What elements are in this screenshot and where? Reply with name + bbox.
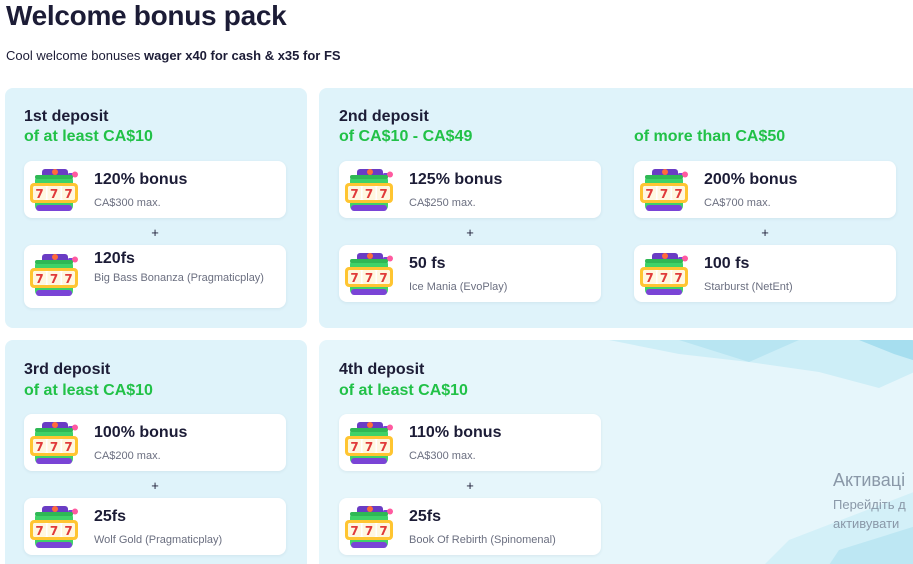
- bonus-max: CA$300 max.: [94, 197, 161, 209]
- bonus-tile: 200% bonus CA$700 max.: [634, 161, 896, 218]
- slot-machine-icon: [30, 254, 78, 298]
- bonus-percent: 120% bonus: [94, 171, 188, 188]
- slot-machine-icon: [345, 169, 393, 213]
- freespins-tile: 25fs Book Of Rebirth (Spinomenal): [339, 498, 601, 555]
- freespins-tile: 25fs Wolf Gold (Pragmaticplay): [24, 498, 286, 555]
- freespins-game: Big Bass Bonanza (Pragmaticplay): [94, 272, 264, 284]
- bonus-tile: 120% bonus CA$300 max.: [24, 161, 286, 218]
- slot-machine-icon: [30, 506, 78, 550]
- freespins-count: 120fs: [94, 250, 135, 267]
- plus-sign: +: [761, 225, 769, 240]
- bonus-tile: 100% bonus CA$200 max.: [24, 414, 286, 471]
- deposit-condition: of at least CA$10: [339, 382, 468, 399]
- deposit-title: 4th deposit: [339, 361, 425, 378]
- subtitle-wager: wager x40 for cash & x35 for FS: [144, 48, 341, 63]
- deposit-card-3: 3rd deposit of at least CA$10 100% bonus…: [5, 340, 307, 564]
- deposit-card-4: 4th deposit of at least CA$10 110% bonus…: [319, 340, 913, 564]
- slot-machine-icon: [345, 253, 393, 297]
- deposit-title: 2nd deposit: [339, 108, 429, 125]
- freespins-game: Book Of Rebirth (Spinomenal): [409, 534, 556, 546]
- activation-watermark-line: Перейдіть д: [833, 497, 906, 512]
- bonus-max: CA$200 max.: [94, 450, 161, 462]
- freespins-game: Starburst (NetEnt): [704, 281, 793, 293]
- deposit-card-1: 1st deposit of at least CA$10 120% bonus…: [5, 88, 307, 328]
- freespins-count: 50 fs: [409, 255, 446, 272]
- slot-machine-icon: [640, 169, 688, 213]
- deposit-card-2: 2nd deposit of CA$10 - CA$49 of more tha…: [319, 88, 913, 328]
- bonus-tile: 125% bonus CA$250 max.: [339, 161, 601, 218]
- plus-sign: +: [151, 478, 159, 493]
- bonus-percent: 125% bonus: [409, 171, 503, 188]
- deposit-condition: of at least CA$10: [24, 128, 153, 145]
- freespins-game: Wolf Gold (Pragmaticplay): [94, 534, 223, 546]
- slot-machine-icon: [30, 169, 78, 213]
- plus-sign: +: [151, 225, 159, 240]
- freespins-count: 25fs: [94, 508, 127, 525]
- freespins-tile: 50 fs Ice Mania (EvoPlay): [339, 245, 601, 302]
- page-subtitle: Cool welcome bonuses wager x40 for cash …: [6, 48, 341, 63]
- bonus-max: CA$250 max.: [409, 197, 476, 209]
- page-title: Welcome bonus pack: [6, 0, 287, 31]
- slot-machine-icon: [345, 506, 393, 550]
- bonus-percent: 200% bonus: [704, 171, 798, 188]
- bonus-percent: 110% bonus: [409, 424, 502, 441]
- activation-watermark-line: активувати: [833, 516, 900, 531]
- slot-machine-icon: [30, 422, 78, 466]
- freespins-tile: 120fs Big Bass Bonanza (Pragmaticplay): [24, 245, 286, 308]
- bonus-max: CA$700 max.: [704, 197, 771, 209]
- slot-machine-icon: [640, 253, 688, 297]
- deposit-condition-high: of more than CA$50: [634, 128, 786, 145]
- plus-sign: +: [466, 478, 474, 493]
- deposit-condition-low: of CA$10 - CA$49: [339, 128, 473, 145]
- deposit-title: 3rd deposit: [24, 361, 111, 378]
- freespins-tile: 100 fs Starburst (NetEnt): [634, 245, 896, 302]
- slot-machine-icon: [345, 422, 393, 466]
- freespins-count: 100 fs: [704, 255, 750, 272]
- subtitle-plain: Cool welcome bonuses: [6, 48, 141, 63]
- deposit-condition: of at least CA$10: [24, 382, 153, 399]
- freespins-count: 25fs: [409, 508, 442, 525]
- bonus-max: CA$300 max.: [409, 450, 476, 462]
- bonus-tile: 110% bonus CA$300 max.: [339, 414, 601, 471]
- bonus-percent: 100% bonus: [94, 424, 188, 441]
- activation-watermark-title: Активаці: [833, 470, 906, 490]
- freespins-game: Ice Mania (EvoPlay): [409, 281, 508, 293]
- deposit-title: 1st deposit: [24, 108, 109, 125]
- plus-sign: +: [466, 225, 474, 240]
